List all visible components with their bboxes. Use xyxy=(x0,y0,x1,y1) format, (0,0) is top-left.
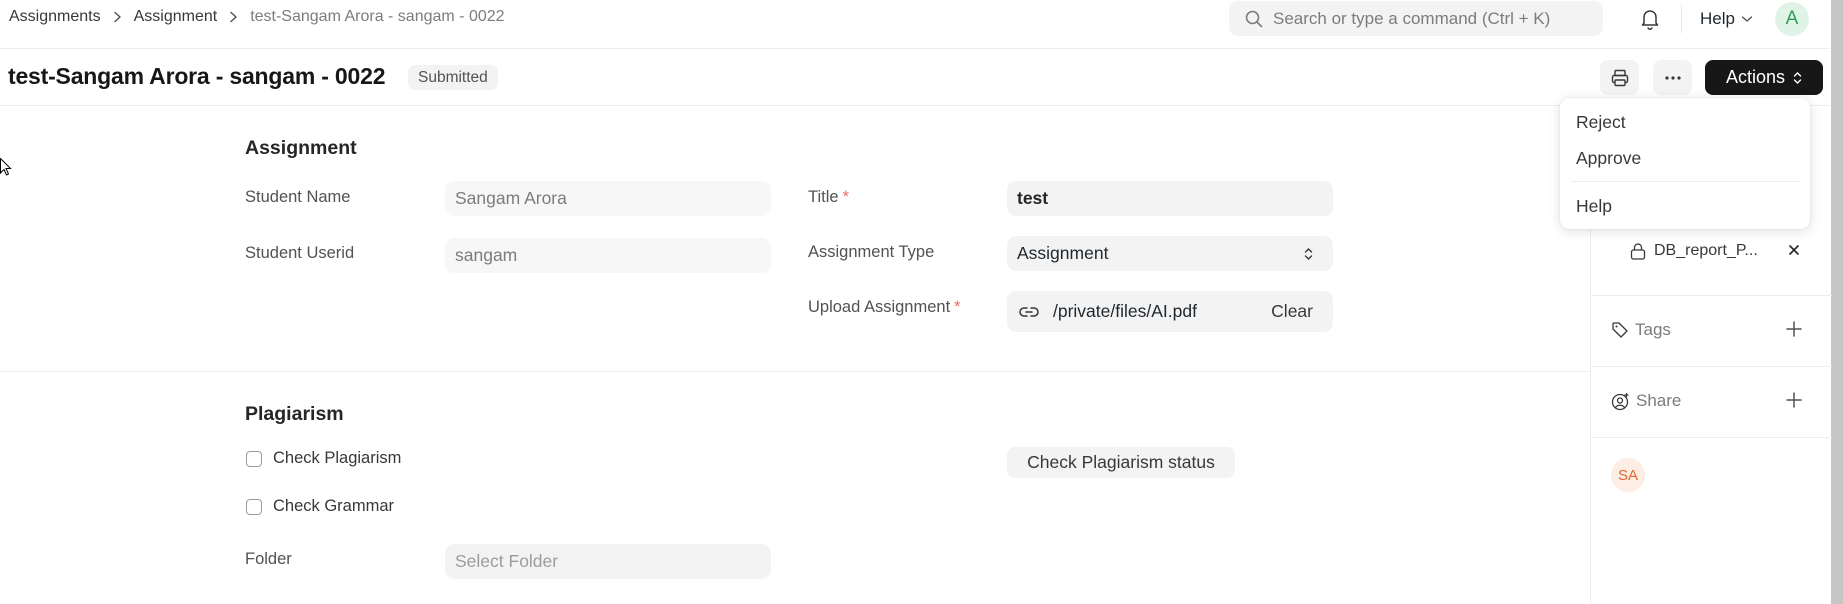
breadcrumb-assignment[interactable]: Assignment xyxy=(134,8,218,26)
assignment-type-select[interactable]: Assignment xyxy=(1007,236,1333,271)
required-marker: * xyxy=(842,188,849,206)
check-plagiarism-label: Check Plagiarism xyxy=(273,449,402,467)
uploaded-file-link[interactable]: /private/files/AI.pdf xyxy=(1053,301,1197,322)
lock-icon xyxy=(1630,243,1646,260)
folder-input[interactable]: Select Folder xyxy=(445,544,771,579)
page-header: test-Sangam Arora - sangam - 0022 Submit… xyxy=(0,49,1830,106)
student-userid-label: Student Userid xyxy=(245,244,355,262)
navbar: Assignments Assignment test-Sangam Arora… xyxy=(0,0,1830,49)
print-button[interactable] xyxy=(1600,60,1639,95)
status-badge: Submitted xyxy=(408,65,498,90)
upload-assignment-label: Upload Assignment * xyxy=(808,298,961,317)
page-scrollbar[interactable] xyxy=(1831,0,1843,604)
menu-item-approve[interactable]: Approve xyxy=(1560,140,1810,176)
check-grammar-row[interactable]: Check Grammar xyxy=(246,497,394,516)
check-grammar-checkbox[interactable] xyxy=(246,498,262,515)
page-title: test-Sangam Arora - sangam - 0022 xyxy=(8,63,386,89)
search-input[interactable]: Search or type a command (Ctrl + K) xyxy=(1229,1,1603,36)
chevron-right-icon xyxy=(229,11,238,23)
section-title-plagiarism: Plagiarism xyxy=(245,403,344,425)
chevron-right-icon xyxy=(113,11,122,23)
chevron-down-icon xyxy=(1741,16,1753,22)
notifications-button[interactable] xyxy=(1640,8,1660,35)
student-userid-field[interactable]: sangam xyxy=(445,238,771,273)
search-placeholder: Search or type a command (Ctrl + K) xyxy=(1273,8,1551,28)
user-avatar[interactable]: A xyxy=(1775,2,1809,36)
help-label: Help xyxy=(1700,9,1735,28)
breadcrumb-current[interactable]: test-Sangam Arora - sangam - 0022 xyxy=(250,8,504,26)
tags-label-group: Tags xyxy=(1611,320,1671,340)
actions-menu: Reject Approve Help xyxy=(1560,98,1810,229)
add-tag-button[interactable] xyxy=(1785,320,1803,343)
upload-assignment-label-text: Upload Assignment xyxy=(808,298,951,316)
add-share-button[interactable] xyxy=(1785,391,1803,414)
attachment-item[interactable]: DB_report_P... xyxy=(1630,242,1758,260)
bell-icon xyxy=(1641,10,1659,30)
check-grammar-label: Check Grammar xyxy=(273,497,395,515)
remove-attachment-button[interactable] xyxy=(1787,243,1801,262)
chevron-up-down-icon xyxy=(1304,247,1313,260)
check-plagiarism-checkbox[interactable] xyxy=(246,450,262,467)
title-field[interactable]: test xyxy=(1007,181,1333,216)
breadcrumb-assignments[interactable]: Assignments xyxy=(9,8,101,26)
chevron-up-down-icon xyxy=(1793,71,1802,84)
check-plagiarism-status-button[interactable]: Check Plagiarism status xyxy=(1007,447,1235,478)
navbar-divider xyxy=(1681,5,1682,33)
share-section: Share xyxy=(1591,367,1832,438)
printer-icon xyxy=(1611,69,1628,86)
menu-item-help[interactable]: Help xyxy=(1560,188,1810,224)
attachment-name: DB_report_P... xyxy=(1654,242,1758,259)
assignment-type-label: Assignment Type xyxy=(808,243,935,261)
help-dropdown[interactable]: Help xyxy=(1700,9,1753,29)
search-icon xyxy=(1245,10,1263,27)
title-label: Title * xyxy=(808,188,849,207)
breadcrumb: Assignments Assignment test-Sangam Arora… xyxy=(9,8,505,26)
share-label-group: Share xyxy=(1611,391,1681,411)
title-label-text: Title xyxy=(808,188,839,206)
actions-button[interactable]: Actions xyxy=(1705,60,1823,95)
more-button[interactable] xyxy=(1653,60,1692,95)
plus-icon xyxy=(1786,321,1802,337)
upload-assignment-field: /private/files/AI.pdf Clear xyxy=(1007,291,1333,332)
actions-label: Actions xyxy=(1725,67,1786,87)
tags-label: Tags xyxy=(1635,320,1671,339)
tag-icon xyxy=(1612,322,1628,338)
required-marker: * xyxy=(954,298,961,316)
assignment-type-value: Assignment xyxy=(1017,243,1109,263)
user-plus-icon xyxy=(1611,392,1629,410)
menu-divider xyxy=(1571,181,1799,182)
tags-section: Tags xyxy=(1591,296,1832,367)
share-label: Share xyxy=(1636,391,1682,410)
plus-icon xyxy=(1786,392,1802,408)
link-icon xyxy=(1019,306,1039,317)
check-plagiarism-row[interactable]: Check Plagiarism xyxy=(246,449,401,468)
section-title-assignment: Assignment xyxy=(245,137,357,159)
menu-item-reject[interactable]: Reject xyxy=(1560,104,1810,140)
clear-upload-button[interactable]: Clear xyxy=(1271,301,1313,322)
section-divider xyxy=(0,371,1590,372)
mouse-cursor-icon xyxy=(0,157,12,183)
folder-label: Folder xyxy=(245,550,292,568)
student-name-label: Student Name xyxy=(245,188,351,206)
assigned-user-avatar[interactable]: SA xyxy=(1611,458,1645,492)
ellipsis-icon xyxy=(1664,75,1681,80)
student-name-field[interactable]: Sangam Arora xyxy=(445,181,771,216)
close-icon xyxy=(1789,245,1799,255)
